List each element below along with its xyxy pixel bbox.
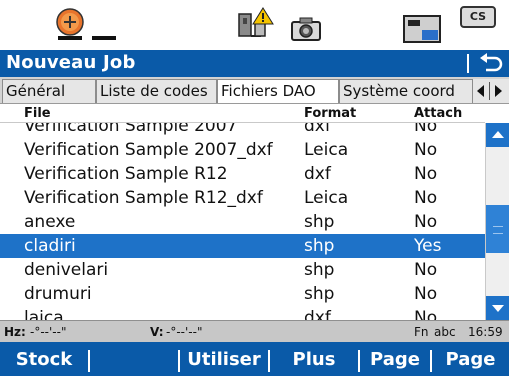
table-header: File Format Attach [0, 104, 485, 123]
tab-code-list[interactable]: Liste de codes [96, 79, 217, 103]
camera-icon[interactable] [290, 16, 322, 42]
cell-format: shp [304, 260, 335, 280]
tab-scroll-arrows [473, 79, 509, 103]
status-bar: CS [0, 0, 509, 50]
cell-file: laica [24, 308, 64, 320]
cell-file: denivelari [24, 260, 109, 280]
cell-file: drumuri [24, 284, 92, 304]
table-row[interactable]: Verification Sample R12 dxf No [0, 162, 485, 186]
cell-format: Leica [304, 188, 349, 208]
table-row[interactable]: Verification Sample R12_dxf Leica No [0, 186, 485, 210]
instrument-warning-icon[interactable] [235, 6, 275, 42]
cad-files-table: Verification Sample 2007 dxf No Verifica… [0, 104, 509, 320]
table-row[interactable]: denivelari shp No [0, 258, 485, 282]
cell-file: Verification Sample R12_dxf [24, 188, 263, 208]
cell-attach: No [414, 260, 438, 280]
tab-bar: Général Liste de codes Fichiers DAO Syst… [0, 77, 509, 104]
table-row[interactable]: anexe shp No [0, 210, 485, 234]
table-row[interactable]: drumuri shp No [0, 282, 485, 306]
v-label: V: [150, 325, 164, 339]
cell-attach: No [414, 212, 438, 232]
back-icon[interactable] [474, 50, 506, 77]
column-header-file[interactable]: File [24, 106, 51, 121]
cell-attach: No [414, 164, 438, 184]
column-header-format[interactable]: Format [304, 106, 356, 121]
cell-format: shp [304, 212, 335, 232]
softkey-bar: Stock Utiliser Plus Page Page [0, 342, 509, 376]
title-bar: Nouveau Job [0, 50, 509, 77]
scroll-up-icon[interactable] [486, 123, 509, 147]
cell-attach: No [414, 284, 438, 304]
cs-icon[interactable]: CS [460, 6, 496, 28]
hz-value: -°--'--" [30, 325, 67, 339]
cell-attach: No [414, 308, 438, 320]
memory-card-icon[interactable] [402, 14, 442, 44]
info-bar: Hz: -°--'--" V: -°--'--" Fn abc 16:59 [0, 320, 509, 342]
cell-attach: No [414, 188, 438, 208]
table-row[interactable]: laica dxf No [0, 306, 485, 320]
page-title: Nouveau Job [6, 52, 136, 73]
vertical-scrollbar[interactable] [485, 123, 509, 320]
tab-general[interactable]: Général [2, 79, 96, 103]
table-row-selected[interactable]: cladiri shp Yes [0, 234, 485, 258]
stock-button[interactable]: Stock [0, 342, 88, 376]
tab-arrow-divider [489, 82, 490, 100]
tab-left-arrow-icon[interactable] [477, 85, 484, 97]
softkey-f5-button[interactable]: Page [360, 342, 430, 376]
hz-label: Hz: [4, 325, 26, 339]
cell-file: cladiri [24, 236, 76, 256]
cell-format: Leica [304, 140, 349, 160]
clock: 16:59 [468, 325, 503, 339]
scroll-down-icon[interactable] [486, 296, 509, 320]
column-header-attach[interactable]: Attach [414, 106, 462, 121]
table-row[interactable]: Verification Sample 2007_dxf Leica No [0, 138, 485, 162]
fn-indicator: Fn [414, 325, 429, 339]
cell-file: anexe [24, 212, 76, 232]
title-separator [467, 54, 469, 73]
table-body: Verification Sample 2007 dxf No Verifica… [0, 114, 485, 320]
cell-attach: Yes [414, 236, 442, 256]
scroll-thumb[interactable] [486, 205, 509, 253]
cell-file: Verification Sample R12 [24, 164, 228, 184]
utiliser-button[interactable]: Utiliser [180, 342, 268, 376]
softkey-f2-button[interactable] [90, 342, 178, 376]
cell-format: dxf [304, 308, 331, 320]
satellite-status-dash [92, 36, 116, 40]
plus-button[interactable]: Plus [270, 342, 358, 376]
tab-cad-files[interactable]: Fichiers DAO [217, 79, 339, 103]
input-mode-indicator: abc [434, 325, 456, 339]
tab-coord-system[interactable]: Système coord [339, 79, 473, 103]
cell-file: Verification Sample 2007_dxf [24, 140, 273, 160]
cell-format: shp [304, 236, 335, 256]
cell-format: dxf [304, 164, 331, 184]
tab-right-arrow-icon[interactable] [495, 85, 502, 97]
satellite-icon[interactable] [52, 6, 88, 42]
page-button[interactable]: Page [432, 342, 509, 376]
cell-attach: No [414, 140, 438, 160]
v-value: -°--'--" [166, 325, 203, 339]
cell-format: shp [304, 284, 335, 304]
